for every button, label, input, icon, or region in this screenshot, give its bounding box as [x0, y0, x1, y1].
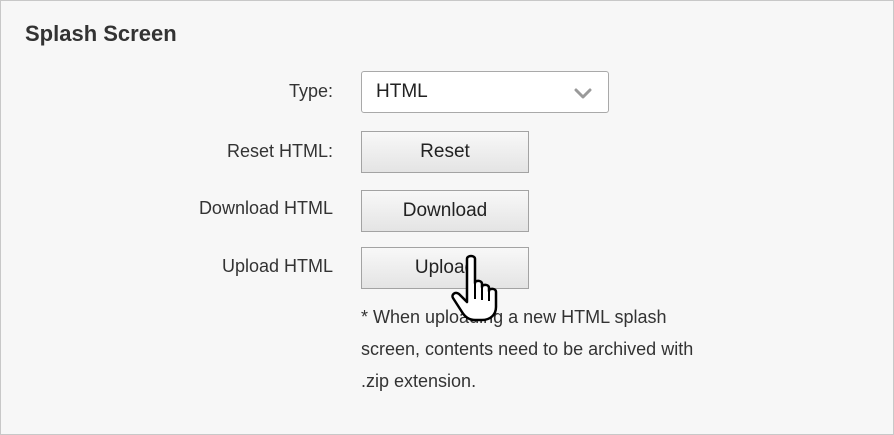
- download-button[interactable]: Download: [361, 190, 529, 232]
- upload-note-line: * When uploading a new HTML splash: [361, 307, 667, 327]
- reset-button[interactable]: Reset: [361, 131, 529, 173]
- type-select-value: HTML: [376, 81, 428, 102]
- chevron-down-icon: [574, 88, 592, 99]
- upload-note: * When uploading a new HTML splash scree…: [361, 301, 861, 397]
- upload-note-line: .zip extension.: [361, 371, 477, 391]
- splash-screen-panel: Splash Screen Type: HTML Reset HTML: Res…: [0, 0, 894, 435]
- download-html-label: Download HTML: [198, 198, 333, 218]
- upload-html-label: Upload HTML: [221, 256, 333, 276]
- reset-html-label: Reset HTML:: [226, 141, 333, 161]
- type-select[interactable]: HTML: [361, 71, 609, 113]
- section-title: Splash Screen: [25, 21, 177, 46]
- type-label: Type:: [288, 81, 333, 101]
- upload-note-line: screen, contents need to be archived wit…: [361, 339, 694, 359]
- hand-pointer-icon: [451, 254, 498, 322]
